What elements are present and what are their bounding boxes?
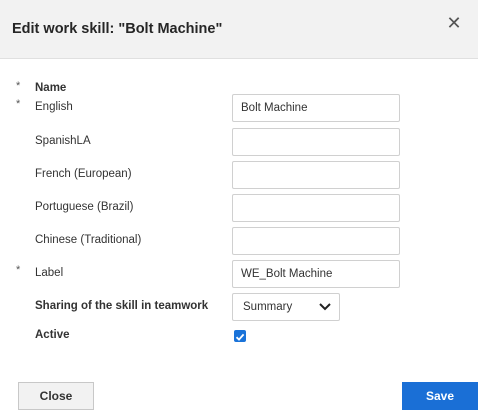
close-icon[interactable]: ✕: [444, 13, 464, 33]
chevron-down-icon: [319, 303, 331, 311]
required-marker: *: [16, 80, 21, 92]
close-button[interactable]: Close: [18, 382, 94, 410]
field-row-portuguese: Portuguese (Brazil): [0, 194, 478, 222]
field-label-french: French (European): [35, 168, 132, 180]
label-input[interactable]: WE_Bolt Machine: [232, 260, 400, 288]
field-row-chinese: Chinese (Traditional): [0, 227, 478, 255]
field-row-active: Active: [0, 322, 478, 350]
save-button[interactable]: Save: [402, 382, 478, 410]
field-label-label: Label: [35, 267, 64, 279]
field-label-portuguese: Portuguese (Brazil): [35, 201, 134, 213]
active-checkbox[interactable]: [234, 330, 246, 342]
required-marker: *: [16, 98, 21, 110]
field-row-english: * English Bolt Machine: [0, 94, 478, 122]
field-row-spanishla: SpanishLA: [0, 128, 478, 156]
field-label-chinese: Chinese (Traditional): [35, 234, 142, 246]
field-row-label: * Label WE_Bolt Machine: [0, 260, 478, 288]
required-marker: *: [16, 264, 21, 276]
field-row-sharing: Sharing of the skill in teamwork Summary: [0, 293, 478, 321]
dialog-header: Edit work skill: "Bolt Machine" ✕: [0, 0, 478, 59]
spanishla-input[interactable]: [232, 128, 400, 156]
sharing-select[interactable]: Summary: [232, 293, 340, 321]
field-label-spanishla: SpanishLA: [35, 135, 91, 147]
field-row-french: French (European): [0, 161, 478, 189]
french-input[interactable]: [232, 161, 400, 189]
english-input[interactable]: Bolt Machine: [232, 94, 400, 122]
field-label-english: English: [35, 101, 73, 113]
portuguese-input[interactable]: [232, 194, 400, 222]
name-section-label: Name: [35, 82, 67, 94]
dialog-title: Edit work skill: "Bolt Machine": [12, 21, 223, 37]
active-label: Active: [35, 329, 70, 341]
chinese-input[interactable]: [232, 227, 400, 255]
sharing-label: Sharing of the skill in teamwork: [35, 300, 209, 312]
sharing-selected-value: Summary: [243, 301, 293, 313]
edit-work-skill-dialog: Edit work skill: "Bolt Machine" ✕ * Name…: [0, 0, 478, 415]
check-icon: [235, 333, 245, 341]
